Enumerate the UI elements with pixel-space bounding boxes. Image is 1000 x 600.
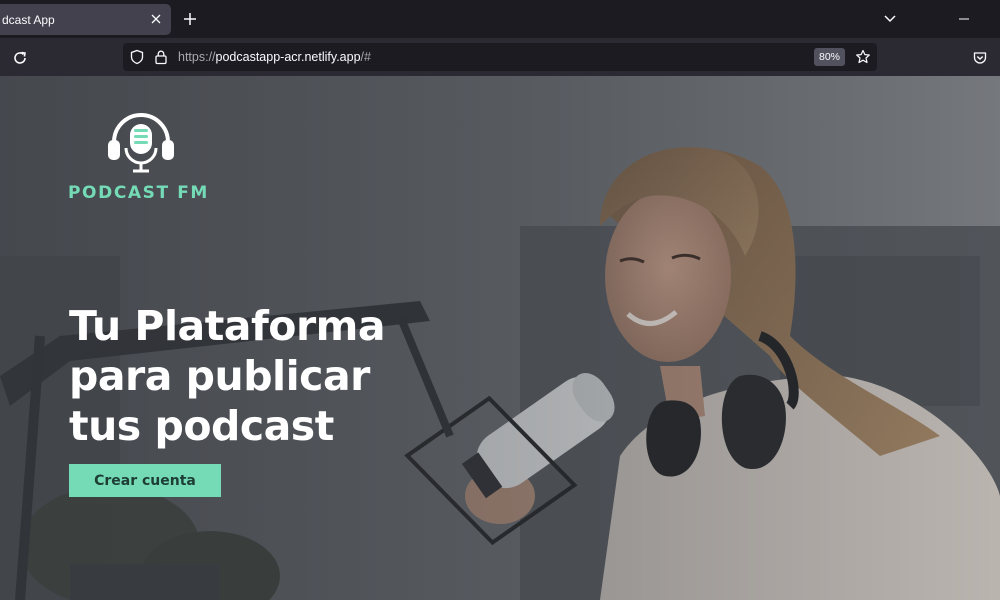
url-host: podcastapp-acr.netlify.app xyxy=(215,50,361,64)
shield-icon[interactable] xyxy=(129,49,145,65)
nav-toolbar: https://podcastapp-acr.netlify.app/# 80% xyxy=(0,38,1000,76)
headphones-microphone-icon xyxy=(106,108,176,174)
tab-title: dcast App xyxy=(2,12,55,27)
tab-bar: dcast App xyxy=(0,0,1000,38)
logo-text: PODCAST FM xyxy=(68,183,209,203)
hero-title-line: para publicar xyxy=(69,352,370,400)
plus-icon[interactable] xyxy=(181,10,199,28)
minimize-icon[interactable] xyxy=(956,11,972,27)
chevron-down-icon[interactable] xyxy=(881,11,899,27)
hero-title-line: tus podcast xyxy=(69,402,334,450)
close-icon[interactable] xyxy=(149,12,163,26)
browser-tab[interactable]: dcast App xyxy=(0,4,171,35)
lock-icon[interactable] xyxy=(153,49,169,65)
hero-title-line: Tu Plataforma xyxy=(69,302,386,350)
site-logo[interactable]: PODCAST FM xyxy=(66,108,216,208)
star-icon[interactable] xyxy=(854,48,872,66)
create-account-button[interactable]: Crear cuenta xyxy=(69,464,221,497)
reload-icon[interactable] xyxy=(11,49,29,67)
zoom-indicator[interactable]: 80% xyxy=(814,48,845,66)
pocket-icon[interactable] xyxy=(971,49,989,67)
url-text[interactable]: https://podcastapp-acr.netlify.app/# xyxy=(178,50,371,64)
hero-title: Tu Plataforma para publicar tus podcast xyxy=(69,301,429,451)
url-scheme: https:// xyxy=(178,50,216,64)
url-path: /# xyxy=(360,50,371,64)
url-bar[interactable]: https://podcastapp-acr.netlify.app/# 80% xyxy=(123,43,877,71)
page-viewport: PODCAST FM Tu Plataforma para publicar t… xyxy=(0,76,1000,600)
